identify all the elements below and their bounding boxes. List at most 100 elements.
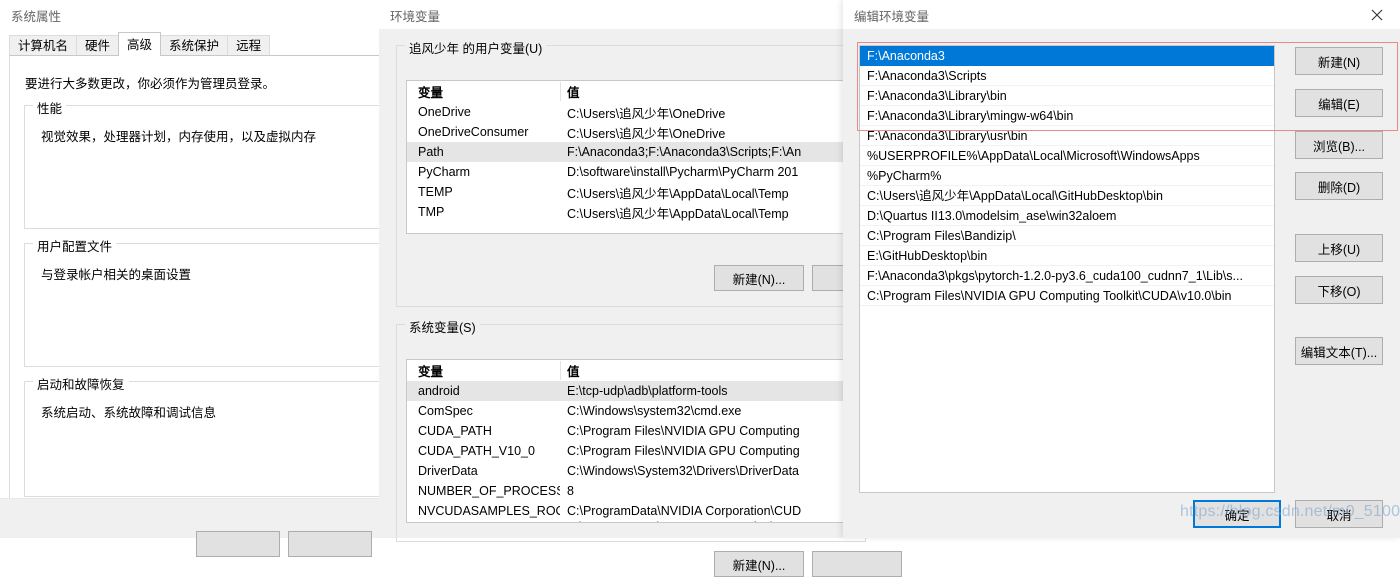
move-down-button[interactable]: 下移(O) [1295,276,1383,304]
edit-env-titlebar: 编辑环境变量 [843,0,1400,29]
table-row-selected[interactable]: android E:\tcp-udp\adb\platform-tools [407,381,855,401]
user-variables-listview[interactable]: 变量 值 OneDrive C:\Users\追风少年\OneDrive One… [406,80,856,234]
table-row[interactable]: NVCUDASAMPLES10_0_RO C:\ProgramData\NVID… [407,521,855,522]
system-variables-header: 变量 值 [407,360,855,381]
list-item[interactable]: C:\Program Files\NVIDIA GPU Computing To… [860,286,1274,306]
close-icon[interactable] [1354,0,1400,29]
variable-value: C:\ProgramData\NVIDIA Corporation\CUD [560,521,801,522]
environment-variables-title: 环境变量 [390,10,441,24]
variable-value: C:\Users\追风少年\AppData\Local\Temp [567,206,789,221]
list-item[interactable]: F:\Anaconda3\Library\mingw-w64\bin [860,106,1274,126]
system-variables-listview[interactable]: 变量 值 android E:\tcp-udp\adb\platform-too… [406,359,856,523]
system-properties-window: 系统属性 计算机名 硬件 高级 系统保护 远程 要进行大多数更改，你必须作为管理… [0,0,469,557]
admin-notice-text: 要进行大多数更改，你必须作为管理员登录。 [25,77,276,91]
table-row[interactable]: OneDriveConsumer C:\Users\追风少年\OneDrive [407,122,855,142]
path-entries-listbox[interactable]: F:\Anaconda3 F:\Anaconda3\Scripts F:\Ana… [859,45,1275,493]
table-row[interactable]: CUDA_PATH_V10_0 C:\Program Files\NVIDIA … [407,441,855,461]
list-item[interactable]: F:\Anaconda3\Scripts [860,66,1274,86]
environment-variables-window: 环境变量 追风少年 的用户变量(U) 变量 值 OneDrive C:\User… [379,0,902,577]
system-properties-ok-button[interactable] [196,531,280,557]
variable-name: NVCUDASAMPLES_ROOT [418,504,560,518]
table-row[interactable]: NVCUDASAMPLES_ROOT C:\ProgramData\NVIDIA… [407,501,855,521]
move-up-button[interactable]: 上移(U) [1295,234,1383,262]
system-variables-edit-button[interactable] [812,551,902,577]
list-item[interactable]: E:\GitHubDesktop\bin [860,246,1274,266]
variable-value: F:\Anaconda3;F:\Anaconda3\Scripts;F:\An [567,145,802,159]
user-profiles-group-label: 用户配置文件 [33,236,117,255]
list-item[interactable]: C:\Users\追风少年\AppData\Local\GitHubDeskto… [860,186,1274,206]
table-row[interactable]: PyCharm D:\software\install\Pycharm\PyCh… [407,162,855,182]
tab-hardware[interactable]: 硬件 [76,35,120,56]
variable-value: C:\ProgramData\NVIDIA Corporation\CUD [567,504,802,518]
system-properties-titlebar: 系统属性 [0,0,379,29]
table-row[interactable]: NUMBER_OF_PROCESSORS 8 [407,481,855,501]
variable-name: NVCUDASAMPLES10_0_RO [407,521,560,522]
list-item[interactable]: %PyCharm% [860,166,1274,186]
delete-button[interactable]: 删除(D) [1295,172,1383,200]
user-profiles-description: 与登录帐户相关的桌面设置 [41,268,192,282]
table-row[interactable]: ComSpec C:\Windows\system32\cmd.exe [407,401,855,421]
new-button[interactable]: 新建(N) [1295,47,1383,75]
variable-value: C:\Program Files\NVIDIA GPU Computing [567,424,800,438]
list-item[interactable]: D:\Quartus II13.0\modelsim_ase\win32aloe… [860,206,1274,226]
variable-value: C:\Users\追风少年\AppData\Local\Temp [567,186,789,201]
performance-group-label: 性能 [33,98,67,117]
list-item[interactable]: %USERPROFILE%\AppData\Local\Microsoft\Wi… [860,146,1274,166]
variable-value: 8 [567,484,574,498]
list-item[interactable]: F:\Anaconda3\pkgs\pytorch-1.2.0-py3.6_cu… [860,266,1274,286]
list-item[interactable]: C:\Program Files\Bandizip\ [860,226,1274,246]
variable-name: CUDA_PATH_V10_0 [418,444,535,458]
variable-name: TMP [418,205,445,219]
performance-description: 视觉效果，处理器计划，内存使用，以及虚拟内存 [41,130,317,144]
variable-name: android [418,384,460,398]
list-item[interactable]: F:\Anaconda3\Library\usr\bin [860,126,1274,146]
user-variables-new-button[interactable]: 新建(N)... [714,265,804,291]
startup-recovery-group-label: 启动和故障恢复 [33,374,129,393]
table-row[interactable]: CUDA_PATH C:\Program Files\NVIDIA GPU Co… [407,421,855,441]
watermark-text: https://blog.csdn.net/m0_51004303 [1180,503,1400,520]
variable-name: NUMBER_OF_PROCESSORS [418,484,560,498]
table-row[interactable]: OneDrive C:\Users\追风少年\OneDrive [407,102,855,122]
system-properties-tabstrip[interactable]: 计算机名 硬件 高级 系统保护 远程 [9,32,271,56]
variable-name: OneDriveConsumer [418,125,529,139]
table-row[interactable]: TEMP C:\Users\追风少年\AppData\Local\Temp [407,182,855,202]
table-row-selected[interactable]: Path F:\Anaconda3;F:\Anaconda3\Scripts;F… [407,142,855,162]
system-variables-group-label: 系统变量(S) [405,317,480,336]
system-variables-new-button[interactable]: 新建(N)... [714,551,804,577]
environment-variables-client: 追风少年 的用户变量(U) 变量 值 OneDrive C:\Users\追风少… [379,29,902,577]
variable-name: ComSpec [418,404,473,418]
list-item[interactable]: F:\Anaconda3 [860,46,1274,66]
user-variables-col-value: 值 [567,86,580,100]
variable-value: C:\Windows\System32\Drivers\DriverData [567,464,799,478]
environment-variables-titlebar: 环境变量 [379,0,843,29]
user-variables-header: 变量 值 [407,81,855,102]
startup-recovery-description: 系统启动、系统故障和调试信息 [41,406,217,420]
variable-value: E:\tcp-udp\adb\platform-tools [567,384,728,398]
tab-computer-name[interactable]: 计算机名 [9,35,78,56]
table-row[interactable]: DriverData C:\Windows\System32\Drivers\D… [407,461,855,481]
edit-button[interactable]: 编辑(E) [1295,89,1383,117]
user-variables-group-label: 追风少年 的用户变量(U) [405,38,547,57]
edit-environment-variable-window: 编辑环境变量 F:\Anaconda3 F:\Anaconda3\Scripts… [843,0,1400,538]
system-variables-col-name: 变量 [418,365,444,379]
tab-system-protection[interactable]: 系统保护 [160,35,229,56]
variable-name: Path [418,145,444,159]
table-row[interactable]: TMP C:\Users\追风少年\AppData\Local\Temp [407,202,855,222]
system-variables-col-value: 值 [567,365,580,379]
list-item[interactable]: F:\Anaconda3\Library\bin [860,86,1274,106]
user-profiles-groupbox: 用户配置文件 与登录帐户相关的桌面设置 [24,236,469,367]
system-properties-cancel-button[interactable] [288,531,372,557]
startup-recovery-groupbox: 启动和故障恢复 系统启动、系统故障和调试信息 [24,374,469,497]
tab-advanced[interactable]: 高级 [118,32,162,56]
variable-value: C:\Users\追风少年\OneDrive [567,126,726,141]
edit-env-client: F:\Anaconda3 F:\Anaconda3\Scripts F:\Ana… [843,29,1400,538]
browse-button[interactable]: 浏览(B)... [1295,131,1383,159]
tab-remote[interactable]: 远程 [227,35,271,56]
variable-name: TEMP [418,185,453,199]
variable-name: PyCharm [418,165,471,179]
user-variables-col-name: 变量 [418,86,444,100]
performance-groupbox: 性能 视觉效果，处理器计划，内存使用，以及虚拟内存 [24,98,469,229]
edit-text-button[interactable]: 编辑文本(T)... [1295,337,1383,365]
edit-env-title: 编辑环境变量 [854,10,930,24]
advanced-tab-page: 要进行大多数更改，你必须作为管理员登录。 性能 视觉效果，处理器计划，内存使用，… [9,55,469,538]
